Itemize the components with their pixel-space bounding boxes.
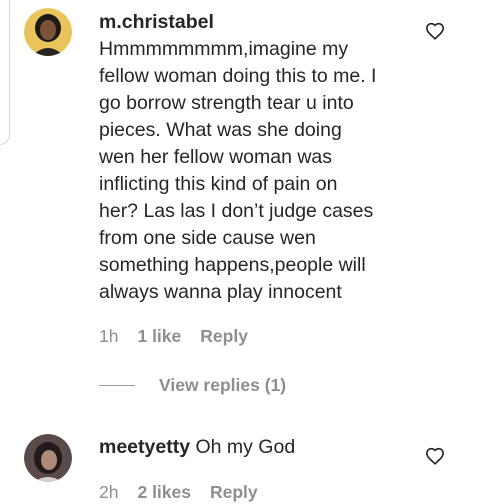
- comment-meta: 2h 2 likes Reply: [99, 481, 258, 503]
- comment-meta: 1h 1 like Reply: [99, 325, 248, 347]
- heart-icon[interactable]: [425, 447, 445, 465]
- comment-username[interactable]: m.christabel: [99, 9, 410, 36]
- avatar[interactable]: [24, 434, 72, 482]
- replies-divider: [99, 384, 135, 386]
- comment-text: meetyetty Oh my God: [99, 436, 296, 458]
- view-replies-label: View replies (1): [159, 374, 287, 395]
- comment-timestamp: 1h: [99, 325, 119, 346]
- comment-text: Hmmmmmmmm,imagine my fellow woman doing …: [99, 38, 377, 303]
- comment-body: meetyetty Oh my God: [99, 434, 410, 461]
- avatar[interactable]: [24, 8, 72, 56]
- reply-button[interactable]: Reply: [200, 326, 248, 347]
- view-replies-button[interactable]: View replies (1): [99, 374, 286, 396]
- comment-timestamp: 2h: [99, 481, 119, 502]
- previous-comment-edge: [0, 0, 10, 145]
- reply-button[interactable]: Reply: [210, 482, 258, 503]
- comment-likes-count[interactable]: 2 likes: [137, 482, 191, 503]
- heart-icon[interactable]: [425, 22, 445, 40]
- comment-body: m.christabel Hmmmmmmmm,imagine my fellow…: [99, 9, 410, 306]
- comment-likes-count[interactable]: 1 like: [137, 326, 181, 347]
- comment-username[interactable]: meetyetty: [99, 436, 190, 458]
